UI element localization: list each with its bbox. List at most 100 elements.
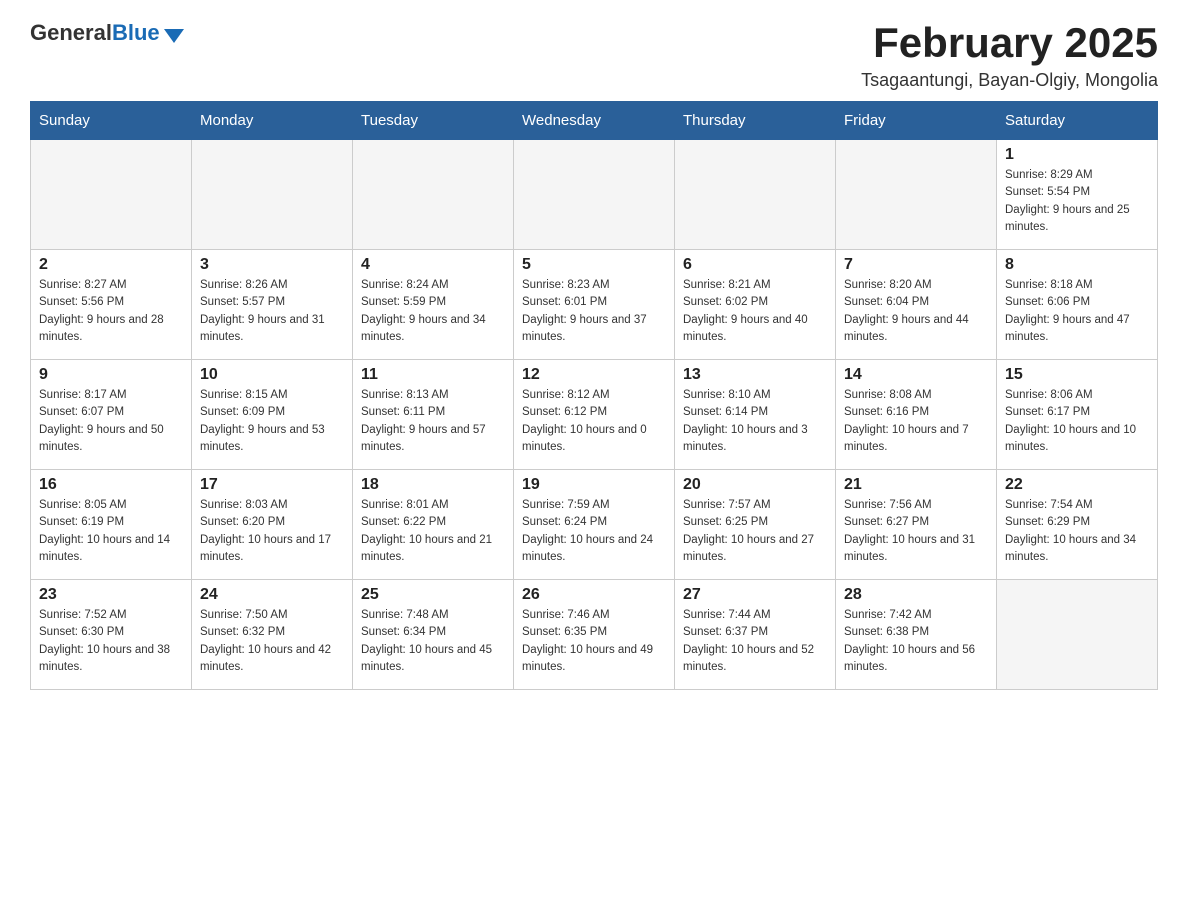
- day-info: Sunrise: 8:18 AMSunset: 6:06 PMDaylight:…: [1005, 277, 1149, 346]
- weekday-header-wednesday: Wednesday: [514, 102, 675, 140]
- calendar-cell: [675, 140, 836, 250]
- logo: GeneralBlue: [30, 20, 184, 46]
- calendar-cell: 8 Sunrise: 8:18 AMSunset: 6:06 PMDaylight…: [997, 250, 1158, 360]
- calendar-cell: 11 Sunrise: 8:13 AMSunset: 6:11 PMDayligh…: [353, 360, 514, 470]
- calendar-cell: 28 Sunrise: 7:42 AMSunset: 6:38 PMDayligh…: [836, 580, 997, 690]
- calendar-cell: 9Sunrise: 8:17 AMSunset: 6:07 PMDaylight…: [31, 360, 192, 470]
- day-info: Sunrise: 8:21 AMSunset: 6:02 PMDaylight:…: [683, 277, 827, 346]
- logo-triangle-icon: [164, 29, 184, 43]
- calendar-cell: [31, 140, 192, 250]
- day-number: 12: [522, 366, 666, 384]
- calendar-cell: 21 Sunrise: 7:56 AMSunset: 6:27 PMDayligh…: [836, 470, 997, 580]
- logo-blue: Blue: [112, 20, 160, 45]
- day-info: Sunrise: 8:03 AMSunset: 6:20 PMDaylight:…: [200, 497, 344, 566]
- day-info: Sunrise: 7:42 AMSunset: 6:38 PMDaylight:…: [844, 607, 988, 676]
- calendar-cell: [353, 140, 514, 250]
- calendar-table: SundayMondayTuesdayWednesdayThursdayFrid…: [30, 101, 1158, 690]
- day-number: 21: [844, 476, 988, 494]
- day-number: 27: [683, 586, 827, 604]
- day-number: 9: [39, 366, 183, 384]
- day-info: Sunrise: 8:15 AMSunset: 6:09 PMDaylight:…: [200, 387, 344, 456]
- day-info: Sunrise: 8:13 AMSunset: 6:11 PMDaylight:…: [361, 387, 505, 456]
- calendar-cell: 3Sunrise: 8:26 AMSunset: 5:57 PMDaylight…: [192, 250, 353, 360]
- weekday-header-tuesday: Tuesday: [353, 102, 514, 140]
- day-number: 22: [1005, 476, 1149, 494]
- calendar-cell: 15Sunrise: 8:06 AMSunset: 6:17 PMDayligh…: [997, 360, 1158, 470]
- calendar-cell: 5 Sunrise: 8:23 AMSunset: 6:01 PMDaylight…: [514, 250, 675, 360]
- day-number: 26: [522, 586, 666, 604]
- day-info: Sunrise: 8:20 AMSunset: 6:04 PMDaylight:…: [844, 277, 988, 346]
- calendar-cell: 12 Sunrise: 8:12 AMSunset: 6:12 PMDayligh…: [514, 360, 675, 470]
- week-row-4: 16Sunrise: 8:05 AMSunset: 6:19 PMDayligh…: [31, 470, 1158, 580]
- day-number: 20: [683, 476, 827, 494]
- title-section: February 2025 Tsagaantungi, Bayan-Olgiy,…: [861, 20, 1158, 91]
- day-number: 7: [844, 256, 988, 274]
- day-info: Sunrise: 8:27 AMSunset: 5:56 PMDaylight:…: [39, 277, 183, 346]
- day-number: 14: [844, 366, 988, 384]
- calendar-cell: [192, 140, 353, 250]
- calendar-cell: 13 Sunrise: 8:10 AMSunset: 6:14 PMDayligh…: [675, 360, 836, 470]
- calendar-cell: 19Sunrise: 7:59 AMSunset: 6:24 PMDayligh…: [514, 470, 675, 580]
- day-number: 6: [683, 256, 827, 274]
- calendar-cell: [836, 140, 997, 250]
- calendar-cell: 14 Sunrise: 8:08 AMSunset: 6:16 PMDayligh…: [836, 360, 997, 470]
- day-info: Sunrise: 8:26 AMSunset: 5:57 PMDaylight:…: [200, 277, 344, 346]
- weekday-header-saturday: Saturday: [997, 102, 1158, 140]
- calendar-cell: 17 Sunrise: 8:03 AMSunset: 6:20 PMDayligh…: [192, 470, 353, 580]
- day-info: Sunrise: 8:05 AMSunset: 6:19 PMDaylight:…: [39, 497, 183, 566]
- calendar-cell: 25 Sunrise: 7:48 AMSunset: 6:34 PMDayligh…: [353, 580, 514, 690]
- day-info: Sunrise: 7:48 AMSunset: 6:34 PMDaylight:…: [361, 607, 505, 676]
- day-number: 17: [200, 476, 344, 494]
- day-info: Sunrise: 8:24 AMSunset: 5:59 PMDaylight:…: [361, 277, 505, 346]
- day-number: 1: [1005, 146, 1149, 164]
- weekday-header-monday: Monday: [192, 102, 353, 140]
- week-row-5: 23Sunrise: 7:52 AMSunset: 6:30 PMDayligh…: [31, 580, 1158, 690]
- day-info: Sunrise: 8:10 AMSunset: 6:14 PMDaylight:…: [683, 387, 827, 456]
- day-number: 11: [361, 366, 505, 384]
- day-info: Sunrise: 7:57 AMSunset: 6:25 PMDaylight:…: [683, 497, 827, 566]
- day-number: 28: [844, 586, 988, 604]
- week-row-3: 9Sunrise: 8:17 AMSunset: 6:07 PMDaylight…: [31, 360, 1158, 470]
- day-number: 18: [361, 476, 505, 494]
- day-number: 13: [683, 366, 827, 384]
- day-number: 4: [361, 256, 505, 274]
- page-header: GeneralBlue February 2025 Tsagaantungi, …: [30, 20, 1158, 91]
- calendar-cell: [997, 580, 1158, 690]
- day-info: Sunrise: 7:56 AMSunset: 6:27 PMDaylight:…: [844, 497, 988, 566]
- day-info: Sunrise: 8:01 AMSunset: 6:22 PMDaylight:…: [361, 497, 505, 566]
- weekday-header-friday: Friday: [836, 102, 997, 140]
- calendar-cell: 18 Sunrise: 8:01 AMSunset: 6:22 PMDayligh…: [353, 470, 514, 580]
- weekday-header-thursday: Thursday: [675, 102, 836, 140]
- day-number: 25: [361, 586, 505, 604]
- day-number: 15: [1005, 366, 1149, 384]
- day-info: Sunrise: 7:46 AMSunset: 6:35 PMDaylight:…: [522, 607, 666, 676]
- calendar-cell: 2Sunrise: 8:27 AMSunset: 5:56 PMDaylight…: [31, 250, 192, 360]
- calendar-cell: 26 Sunrise: 7:46 AMSunset: 6:35 PMDayligh…: [514, 580, 675, 690]
- calendar-cell: 6 Sunrise: 8:21 AMSunset: 6:02 PMDaylight…: [675, 250, 836, 360]
- logo-general: General: [30, 20, 112, 45]
- calendar-cell: 4 Sunrise: 8:24 AMSunset: 5:59 PMDaylight…: [353, 250, 514, 360]
- day-number: 8: [1005, 256, 1149, 274]
- day-number: 10: [200, 366, 344, 384]
- calendar-cell: [514, 140, 675, 250]
- calendar-cell: 20 Sunrise: 7:57 AMSunset: 6:25 PMDayligh…: [675, 470, 836, 580]
- day-info: Sunrise: 7:44 AMSunset: 6:37 PMDaylight:…: [683, 607, 827, 676]
- day-info: Sunrise: 8:08 AMSunset: 6:16 PMDaylight:…: [844, 387, 988, 456]
- calendar-cell: 7 Sunrise: 8:20 AMSunset: 6:04 PMDaylight…: [836, 250, 997, 360]
- day-info: Sunrise: 8:23 AMSunset: 6:01 PMDaylight:…: [522, 277, 666, 346]
- location-subtitle: Tsagaantungi, Bayan-Olgiy, Mongolia: [861, 70, 1158, 91]
- day-info: Sunrise: 7:50 AMSunset: 6:32 PMDaylight:…: [200, 607, 344, 676]
- calendar-cell: 27 Sunrise: 7:44 AMSunset: 6:37 PMDayligh…: [675, 580, 836, 690]
- day-number: 19: [522, 476, 666, 494]
- calendar-cell: 23Sunrise: 7:52 AMSunset: 6:30 PMDayligh…: [31, 580, 192, 690]
- day-number: 5: [522, 256, 666, 274]
- weekday-header-row: SundayMondayTuesdayWednesdayThursdayFrid…: [31, 102, 1158, 140]
- calendar-cell: 1Sunrise: 8:29 AMSunset: 5:54 PMDaylight…: [997, 140, 1158, 250]
- calendar-cell: 16Sunrise: 8:05 AMSunset: 6:19 PMDayligh…: [31, 470, 192, 580]
- day-info: Sunrise: 8:12 AMSunset: 6:12 PMDaylight:…: [522, 387, 666, 456]
- day-number: 23: [39, 586, 183, 604]
- week-row-2: 2Sunrise: 8:27 AMSunset: 5:56 PMDaylight…: [31, 250, 1158, 360]
- week-row-1: 1Sunrise: 8:29 AMSunset: 5:54 PMDaylight…: [31, 140, 1158, 250]
- month-year-title: February 2025: [861, 20, 1158, 66]
- calendar-cell: 10 Sunrise: 8:15 AMSunset: 6:09 PMDayligh…: [192, 360, 353, 470]
